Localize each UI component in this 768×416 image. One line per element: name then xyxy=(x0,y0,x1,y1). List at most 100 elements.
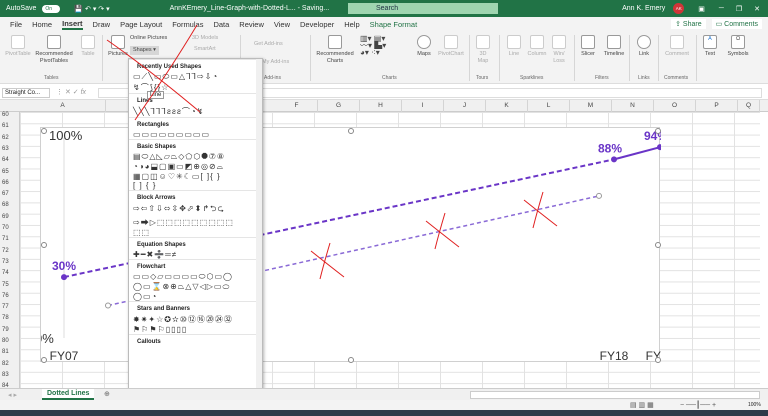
row-header[interactable]: 61 xyxy=(0,123,20,129)
column-header[interactable]: H xyxy=(360,100,402,112)
shape-row[interactable]: ▭⟋╲▭⬭▭△⅂⅂⇨⇩◔ xyxy=(129,72,262,82)
tab-draw[interactable]: Draw xyxy=(93,20,111,29)
row-header[interactable]: 80 xyxy=(0,338,20,344)
row-header[interactable]: 79 xyxy=(0,327,20,333)
chart-type-icons[interactable]: ▥▾ ▤▾ 〰▾ ▙▾ ◕▾ ⁖▾ xyxy=(360,35,410,57)
column-header[interactable]: A xyxy=(20,100,106,112)
recommended-charts-button[interactable]: Recommended Charts xyxy=(314,35,356,65)
shapes-button[interactable]: Shapes ▾ xyxy=(130,46,159,55)
sparkline-line-button[interactable]: Line xyxy=(504,35,524,58)
tab-page-layout[interactable]: Page Layout xyxy=(120,20,162,29)
sparkline-winloss-button[interactable]: Win/ Loss xyxy=(550,35,568,65)
shape-row[interactable]: ▭▭▭▭▭▭▭▭▭ xyxy=(129,130,262,139)
tab-view[interactable]: View xyxy=(274,20,290,29)
column-header[interactable]: J xyxy=(444,100,486,112)
row-header[interactable]: 76 xyxy=(0,293,20,299)
row-header[interactable]: 71 xyxy=(0,236,20,242)
symbols-button[interactable]: Ω Symbols xyxy=(726,35,750,58)
tab-review[interactable]: Review xyxy=(239,20,264,29)
pivotchart-button[interactable]: PivotChart xyxy=(436,35,466,58)
row-header[interactable]: 69 xyxy=(0,214,20,220)
text-button[interactable]: A Text xyxy=(700,35,720,58)
3d-models-button[interactable]: 3D Models xyxy=(192,35,218,42)
shape-row[interactable]: ▤⬭△◺▱⏢◇⬠⬡⯃⑦⑧ xyxy=(129,152,262,162)
row-header[interactable]: 70 xyxy=(0,225,20,231)
tab-insert[interactable]: Insert xyxy=(62,19,83,30)
tab-formulas[interactable]: Formulas xyxy=(172,20,203,29)
view-icons[interactable]: ▤ ▥ ▦ xyxy=(630,401,654,409)
shape-row[interactable]: ⇨⇦⇧⇩⬄⇳✥⬀⬍↱⮌⮎ xyxy=(129,203,262,217)
my-addins-button[interactable]: My Add-ins xyxy=(262,59,289,66)
pictures-button[interactable]: Pictures xyxy=(106,35,130,58)
row-header[interactable]: 82 xyxy=(0,361,20,367)
row-header[interactable]: 66 xyxy=(0,180,20,186)
autosave-toggle[interactable]: On xyxy=(42,4,61,13)
sheet-tab-dotted-lines[interactable]: Dotted Lines xyxy=(42,389,95,400)
shape-row[interactable]: [ ] { } xyxy=(129,181,262,190)
tab-developer[interactable]: Developer xyxy=(300,20,334,29)
shape-row[interactable]: ✚━✖➗═≠ xyxy=(129,250,262,259)
minimize-icon[interactable]: ─ xyxy=(719,5,724,12)
column-header[interactable]: N xyxy=(612,100,654,112)
column-header[interactable]: M xyxy=(570,100,612,112)
tab-help[interactable]: Help xyxy=(344,20,359,29)
quick-access-icons[interactable]: 💾 ↶ ▾ ↷ ▾ xyxy=(74,5,109,13)
row-header[interactable]: 72 xyxy=(0,248,20,254)
shapes-dropdown[interactable]: Recently Used Shapes ▭⟋╲▭⬭▭△⅂⅂⇨⇩◔ ↯⌒⟆{}☆ Li… xyxy=(128,58,263,406)
row-header[interactable]: 74 xyxy=(0,270,20,276)
dropdown-scrollbar[interactable] xyxy=(256,59,262,405)
add-sheet-icon[interactable]: ⊕ xyxy=(104,390,110,398)
row-header[interactable]: 81 xyxy=(0,349,20,355)
search-box[interactable]: Search xyxy=(348,3,498,14)
formula-icons[interactable]: ⋮ ✕ ✓ fx xyxy=(56,88,86,96)
column-header[interactable]: F xyxy=(276,100,318,112)
column-header[interactable]: P xyxy=(696,100,738,112)
comment-button[interactable]: Comment xyxy=(662,35,692,58)
column-header[interactable]: L xyxy=(528,100,570,112)
horizontal-scrollbar[interactable] xyxy=(470,391,760,399)
shape-row[interactable]: ✸✷✦☆✪✫⑩⑫⑯⑳㉔㉜ xyxy=(129,314,262,325)
3d-map-button[interactable]: 3D Map xyxy=(474,35,492,65)
row-header[interactable]: 77 xyxy=(0,304,20,310)
recommended-pivottables-button[interactable]: Recommended PivotTables xyxy=(34,35,74,65)
online-pictures-button[interactable]: Online Pictures xyxy=(130,35,167,42)
smartart-button[interactable]: SmartArt xyxy=(194,46,216,53)
tab-file[interactable]: File xyxy=(10,20,22,29)
row-header[interactable]: 78 xyxy=(0,315,20,321)
shape-row[interactable]: ◯▭⌛⊗⊕⏢△▽◁▷▭⬭ xyxy=(129,282,262,292)
row-header[interactable]: 64 xyxy=(0,157,20,163)
tab-data[interactable]: Data xyxy=(213,20,229,29)
shape-row[interactable]: ◔◑◕⬓▢▣▭◩⊕◎⊘⌓ xyxy=(129,162,262,172)
row-header[interactable]: 73 xyxy=(0,259,20,265)
row-header[interactable]: 60 xyxy=(0,112,20,118)
row-header[interactable]: 65 xyxy=(0,169,20,175)
row-header[interactable]: 83 xyxy=(0,372,20,378)
comments-button[interactable]: ▭ Comments xyxy=(711,19,762,29)
table-button[interactable]: Table xyxy=(78,35,98,58)
column-header[interactable]: G xyxy=(318,100,360,112)
shape-row[interactable]: ◯▭◔ xyxy=(129,292,262,301)
shape-row[interactable]: ▦▢◫☺♡✳☾▭[ ]{ } xyxy=(129,172,262,181)
column-header[interactable]: O xyxy=(654,100,696,112)
tab-home[interactable]: Home xyxy=(32,20,52,29)
avatar[interactable]: AK xyxy=(673,3,685,14)
close-icon[interactable]: ✕ xyxy=(754,5,760,13)
shape-row[interactable]: ▭▭◇▱▭▭▭▭⬭⬡▭◯ xyxy=(129,272,262,282)
column-header[interactable]: Q xyxy=(738,100,760,112)
shape-row[interactable]: ⚑⚐⚑⚐▯▯▯▯ xyxy=(129,325,262,334)
shape-row[interactable]: ⬚⬚ xyxy=(129,228,262,237)
row-header[interactable]: 75 xyxy=(0,282,20,288)
row-header[interactable]: 68 xyxy=(0,202,20,208)
shape-row[interactable]: ╲╲╲⅂⅂⅂ƨƨƨ⌒◔↯ xyxy=(129,106,262,117)
name-box[interactable]: Straight Co... xyxy=(2,88,50,98)
tab-shape-format[interactable]: Shape Format xyxy=(370,20,418,29)
share-button[interactable]: ⇪ Share xyxy=(671,19,706,29)
zoom-slider[interactable]: − ──┃── + xyxy=(680,401,716,409)
row-header[interactable]: 62 xyxy=(0,135,20,141)
slicer-button[interactable]: Slicer xyxy=(578,35,598,58)
restore-icon[interactable]: ❐ xyxy=(736,5,742,13)
column-header[interactable]: I xyxy=(402,100,444,112)
timeline-button[interactable]: Timeline xyxy=(600,35,628,58)
pivottable-button[interactable]: PivotTable xyxy=(4,35,32,58)
sheet-nav-arrows[interactable]: ◂ ▸ xyxy=(8,391,17,399)
